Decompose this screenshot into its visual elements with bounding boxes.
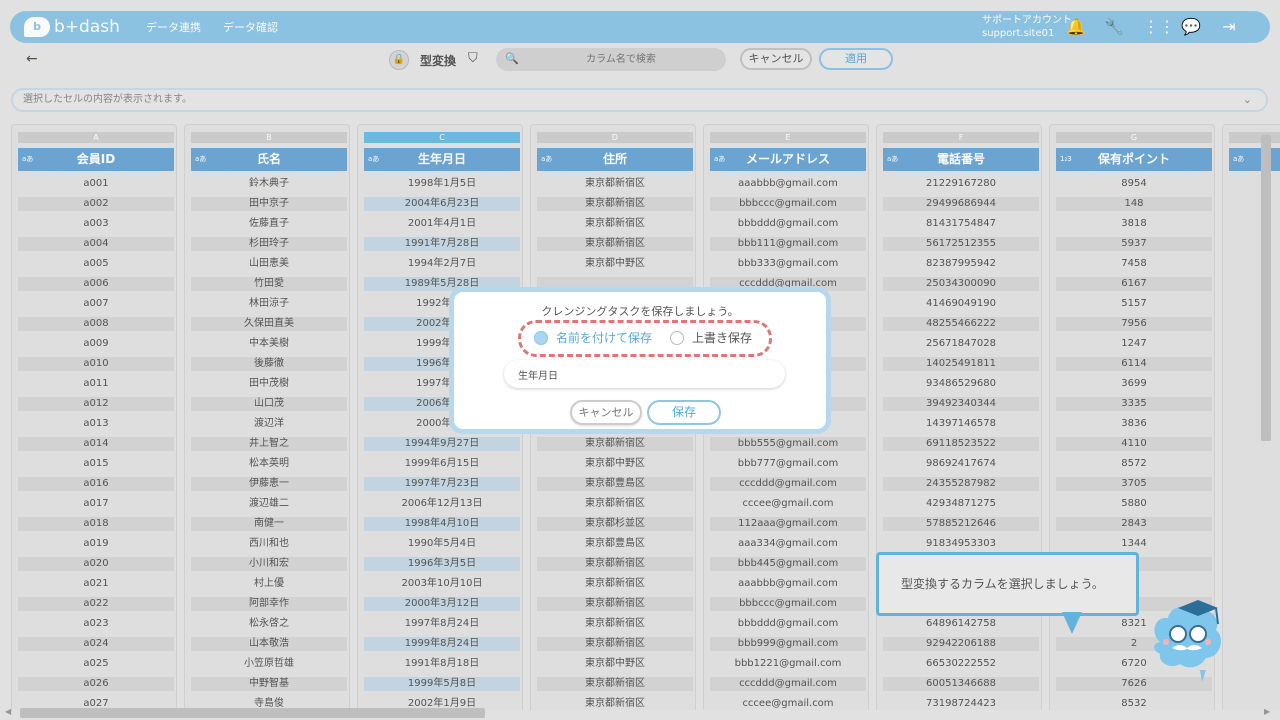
dialog-cancel-button[interactable]: キャンセル <box>570 400 642 425</box>
radio-overwrite[interactable] <box>670 331 684 345</box>
radio-overwrite-label[interactable]: 上書き保存 <box>692 329 752 346</box>
task-name-input[interactable] <box>504 360 785 388</box>
radio-save-as-label[interactable]: 名前を付けて保存 <box>556 329 652 346</box>
mascot-icon <box>1154 600 1221 682</box>
dialog-message: クレンジングタスクを保存しましょう。 <box>541 305 739 318</box>
guide-tooltip: 型変換するカラムを選択しましょう。 <box>876 552 1139 616</box>
radio-save-as[interactable] <box>534 331 548 345</box>
save-task-dialog: クレンジングタスクを保存しましょう。 名前を付けて保存 上書き保存 キャンセル … <box>449 287 831 434</box>
tooltip-tail <box>1062 612 1082 634</box>
save-option-group: 名前を付けて保存 上書き保存 <box>518 320 772 357</box>
dialog-save-button[interactable]: 保存 <box>647 400 721 425</box>
